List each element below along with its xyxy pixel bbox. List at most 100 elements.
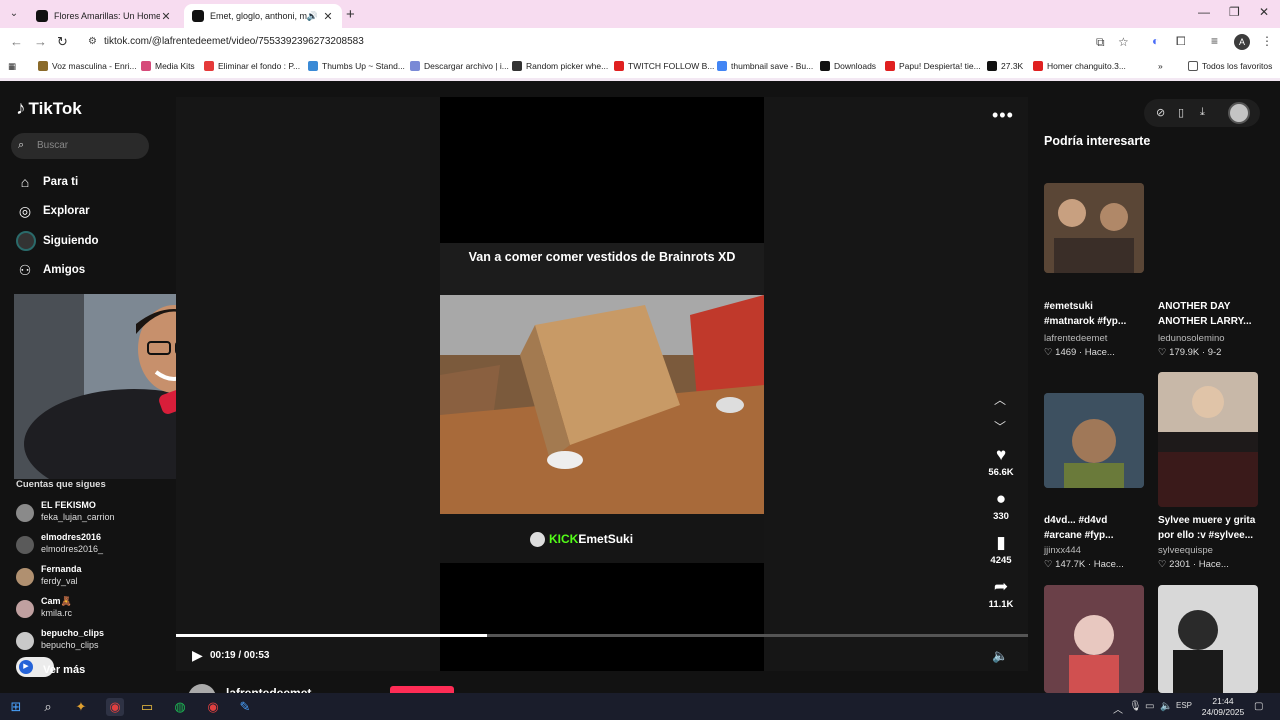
bookmark[interactable]: Descargar archivo | i...	[410, 61, 509, 71]
account-name: Cam🧸	[41, 596, 72, 606]
mobile-icon[interactable]: ▯	[1178, 106, 1184, 119]
tiktok-logo[interactable]: ♪ TikTok	[16, 98, 82, 120]
user-avatar[interactable]	[1228, 102, 1250, 124]
app-icon[interactable]: ✎	[236, 698, 254, 716]
bookmarks-overflow-icon[interactable]: »	[1158, 61, 1163, 71]
media-control-icon[interactable]: ≡	[1211, 34, 1218, 48]
followed-account[interactable]: elmodres2016 elmodres2016_	[16, 532, 166, 558]
new-tab-button[interactable]: +	[346, 6, 355, 23]
comment-button[interactable]: ● 330	[984, 489, 1018, 522]
thumbnail	[1044, 585, 1144, 693]
next-video-icon[interactable]: ﹀	[994, 418, 1006, 435]
thumbnail	[1158, 183, 1258, 273]
address-bar[interactable]: ⚙ tiktok.com/@lafrentedeemet/video/75533…	[80, 30, 1140, 54]
spotify-icon[interactable]: ◍	[171, 698, 189, 716]
search-icon[interactable]: ⌕	[39, 698, 57, 716]
reload-icon[interactable]: ↻	[57, 34, 68, 50]
suggested-video-card[interactable]	[1158, 585, 1258, 693]
all-bookmarks[interactable]: Todos los favoritos	[1188, 61, 1272, 71]
restore-icon[interactable]: ❐	[1229, 5, 1240, 19]
clock[interactable]: 21:44 24/09/2025	[1200, 696, 1246, 718]
start-icon[interactable]: ⊞	[7, 698, 25, 716]
tray-overflow-icon[interactable]: ︿	[1113, 701, 1123, 716]
tab-flores-amarillas[interactable]: Flores Amarillas: Un Homenaje ✕	[28, 4, 180, 28]
obs-icon[interactable]: ◉	[204, 698, 222, 716]
like-button[interactable]: ♥ 56.6K	[984, 445, 1018, 478]
tiktok-note-icon: ♪	[16, 98, 26, 119]
nav-explore[interactable]: ◎ Explorar	[16, 202, 90, 220]
bookmark[interactable]: thumbnail save - Bu...	[717, 61, 813, 71]
apps-grid-icon[interactable]: ▦	[8, 61, 16, 72]
close-tab-icon[interactable]: ✕	[160, 10, 172, 23]
microphone-icon[interactable]: 🎙	[1129, 701, 1142, 712]
play-icon[interactable]: ▶	[192, 647, 203, 664]
nav-following[interactable]: Siguiendo	[16, 231, 99, 251]
profile-avatar[interactable]: A	[1234, 34, 1250, 50]
bookmark[interactable]: 27.3K	[987, 61, 1023, 71]
comment-count: 330	[993, 511, 1009, 522]
chrome-icon[interactable]: ◉	[106, 698, 124, 716]
card-title: #emetsuki #matnarok #fyp...	[1044, 301, 1127, 327]
follow-button[interactable]	[390, 686, 454, 693]
suggested-video-card[interactable]: ANOTHER DAY ANOTHER LARRY... ledunosolem…	[1158, 183, 1258, 358]
coin-icon[interactable]: ⊘	[1156, 106, 1165, 119]
speaker-icon[interactable]: 🔊	[307, 11, 318, 22]
suggested-video-card[interactable]: d4vd... #d4vd #arcane #fyp... jjinxx444 …	[1044, 393, 1144, 570]
bookmark[interactable]: Voz masculina - Enri...	[38, 61, 137, 71]
progress-bar[interactable]	[176, 634, 1028, 637]
tiktok-favicon-icon	[192, 10, 204, 22]
previous-video-icon[interactable]: ︿	[994, 391, 1006, 408]
author-name[interactable]: lafrentedeemet	[226, 686, 311, 693]
copilot-icon[interactable]: ✦	[72, 698, 90, 716]
volume-icon[interactable]: 🔈	[992, 648, 1008, 664]
minimize-icon[interactable]: —	[1198, 5, 1210, 19]
site-info-icon[interactable]: ⚙	[88, 36, 97, 47]
install-app-icon[interactable]: ⧉	[1096, 35, 1105, 50]
bookmark-label: Downloads	[834, 61, 877, 71]
more-options-icon[interactable]: •••	[992, 105, 1014, 126]
card-stats: ♡ 1469 · Hace...	[1044, 347, 1115, 358]
input-language[interactable]: ESP	[1176, 701, 1192, 710]
bookmark[interactable]: Downloads	[820, 61, 876, 71]
bookmark-label: Eliminar el fondo : P...	[218, 61, 301, 71]
bookmark[interactable]: Papu! Despierta! tie...	[885, 61, 981, 71]
forward-icon[interactable]: →	[34, 34, 47, 49]
bookmark[interactable]: Thumbs Up ~ Stand...	[308, 61, 405, 71]
bookmark[interactable]: Random picker whe...	[512, 61, 608, 71]
suggested-video-card[interactable]: Sylvee muere y grita por ello :v #sylvee…	[1158, 372, 1258, 570]
bookmark-star-icon[interactable]: ☆	[1118, 35, 1129, 49]
browser-menu-icon[interactable]: ⋮	[1261, 34, 1273, 48]
download-icon[interactable]: ⤓	[1200, 106, 1205, 119]
save-button[interactable]: ▮ 4245	[984, 533, 1018, 566]
bookmark[interactable]: Media Kits	[141, 61, 195, 71]
volume-icon[interactable]: 🔈	[1160, 701, 1172, 712]
bookmark[interactable]: Homer changuito.3...	[1033, 61, 1126, 71]
notifications-icon[interactable]: ▢	[1254, 701, 1263, 712]
file-explorer-icon[interactable]: ▭	[138, 698, 156, 716]
share-button[interactable]: ➦ 11.1K	[984, 577, 1018, 610]
followed-account[interactable]: Fernanda ferdy_val	[16, 564, 166, 590]
close-window-icon[interactable]: ✕	[1259, 5, 1269, 19]
tab-emet[interactable]: Emet, gloglo, anthoni, matr 🔊 ✕	[184, 4, 342, 28]
nav-friends[interactable]: ⚇ Amigos	[16, 261, 85, 279]
nav-for-you[interactable]: ⌂ Para ti	[16, 173, 78, 191]
tab-search-icon[interactable]: ⌄	[6, 6, 22, 22]
network-icon[interactable]: ▭	[1145, 701, 1154, 712]
video-frame[interactable]: Van a comer comer vestidos de Brainrots …	[440, 243, 764, 563]
url-text[interactable]: tiktok.com/@lafrentedeemet/video/7553392…	[104, 36, 364, 47]
suggested-video-card[interactable]: #emetsuki #matnarok #fyp... lafrentedeem…	[1044, 183, 1144, 358]
close-tab-icon[interactable]: ✕	[322, 10, 334, 23]
bookmark[interactable]: Eliminar el fondo : P...	[204, 61, 300, 71]
author-avatar[interactable]	[188, 684, 216, 693]
suggested-video-card[interactable]	[1044, 585, 1144, 693]
extensions-puzzle-icon[interactable]: ⧠	[1176, 34, 1186, 49]
followed-account[interactable]: EL FEKISMO feka_lujan_carrion	[16, 500, 166, 526]
extension-icon[interactable]: ◐	[1152, 34, 1159, 48]
followed-account[interactable]: Cam🧸 kmila.rc	[16, 596, 166, 622]
followed-account[interactable]: bepucho_clips bepucho_clips	[16, 628, 166, 654]
video-player[interactable]: Van a comer comer vestidos de Brainrots …	[176, 97, 1028, 671]
bookmark[interactable]: TWITCH FOLLOW B...	[614, 61, 714, 71]
see-more-link[interactable]: Ver más	[43, 664, 85, 676]
search-input[interactable]: ⌕ Buscar	[11, 133, 149, 159]
back-icon[interactable]: ←	[10, 34, 23, 49]
